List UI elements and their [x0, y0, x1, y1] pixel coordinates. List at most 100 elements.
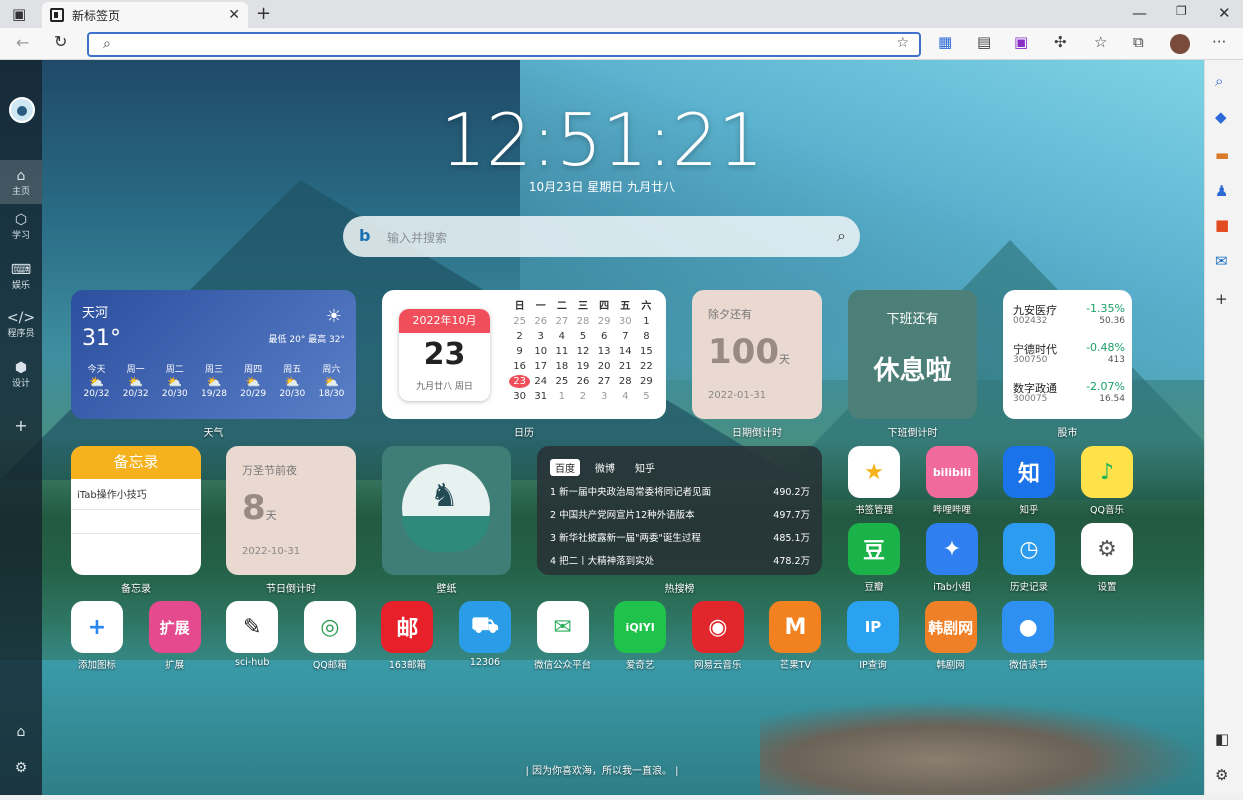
- shopping-tag-icon[interactable]: ◆: [1215, 108, 1227, 126]
- app-icon-哔哩哔哩[interactable]: bilibili: [926, 446, 978, 498]
- tab-weibo[interactable]: 微博: [590, 459, 620, 476]
- wallpaper-mode-icon[interactable]: ⌂: [0, 724, 42, 740]
- minimize-icon[interactable]: —: [1132, 4, 1147, 22]
- app-icon-12306[interactable]: ⛟: [459, 601, 511, 653]
- calendar-date[interactable]: 27: [594, 375, 615, 388]
- collections-icon[interactable]: ⧉: [1133, 33, 1144, 51]
- search-icon[interactable]: ⌕: [837, 226, 846, 246]
- calendar-date[interactable]: 27: [551, 315, 572, 328]
- app-icon-历史记录[interactable]: ◷: [1003, 523, 1055, 575]
- calendar-date[interactable]: 22: [636, 360, 657, 373]
- new-tab-icon[interactable]: +: [256, 3, 271, 24]
- favorites-icon[interactable]: ☆: [1094, 33, 1107, 51]
- calendar-date[interactable]: 7: [615, 330, 636, 343]
- restore-icon[interactable]: ❐: [1176, 4, 1187, 18]
- apps-icon[interactable]: ▦: [938, 33, 952, 51]
- app-icon-QQ邮箱[interactable]: ◎: [303, 601, 356, 653]
- hot-search-widget[interactable]: 百度 微博 知乎 1 新一届中央政治局常委将同记者见面 490.2万 2 中国共产…: [537, 446, 822, 575]
- tab-baidu[interactable]: 百度: [550, 459, 580, 476]
- app-icon-书签管理[interactable]: ★: [848, 446, 900, 498]
- app-icon-设置[interactable]: ⚙: [1081, 523, 1133, 575]
- onenote-icon[interactable]: ▣: [1014, 33, 1028, 51]
- calendar-date[interactable]: 2: [572, 390, 593, 403]
- calendar-date[interactable]: 15: [636, 345, 657, 358]
- app-icon-163邮箱[interactable]: 邮: [381, 601, 434, 653]
- close-tab-icon[interactable]: ✕: [228, 7, 240, 23]
- calendar-date[interactable]: 24: [530, 375, 551, 388]
- app-icon-QQ音乐[interactable]: ♪: [1081, 446, 1133, 498]
- sidebar-item-design[interactable]: ⬢ 设计: [0, 360, 42, 389]
- calendar-date[interactable]: 1: [551, 390, 572, 403]
- app-icon-sci-hub[interactable]: ✎: [226, 601, 279, 653]
- calendar-date[interactable]: 28: [572, 315, 593, 328]
- hot-item[interactable]: 3 新华社披露新一届"两委"诞生过程 485.1万: [550, 530, 810, 544]
- calendar-date[interactable]: 12: [572, 345, 593, 358]
- extension-icon[interactable]: ✣: [1054, 33, 1067, 51]
- calendar-date[interactable]: 6: [594, 330, 615, 343]
- calendar-date[interactable]: 30: [615, 315, 636, 328]
- calendar-date[interactable]: 3: [594, 390, 615, 403]
- calendar-date[interactable]: 14: [615, 345, 636, 358]
- calendar-date[interactable]: 4: [551, 330, 572, 343]
- sidebar-item-study[interactable]: ⬡ 学习: [0, 212, 42, 241]
- refresh-icon[interactable]: ↻: [54, 32, 67, 51]
- app-icon-添加图标[interactable]: +: [71, 601, 123, 653]
- calendar-date[interactable]: 10: [530, 345, 551, 358]
- calendar-date[interactable]: 21: [615, 360, 636, 373]
- calendar-date[interactable]: 3: [530, 330, 551, 343]
- tab-new-tab[interactable]: 新标签页 ✕: [42, 2, 248, 28]
- stock-widget[interactable]: 九安医疗 002432 -1.35% 50.36 宁德时代 300750 -0.48%…: [1003, 290, 1132, 419]
- app-icon-IP查询[interactable]: IP: [847, 601, 899, 653]
- calendar-date[interactable]: 19: [572, 360, 593, 373]
- calendar-date[interactable]: 16: [509, 360, 530, 373]
- app-icon-微信读书[interactable]: ●: [1002, 601, 1055, 653]
- calendar-date[interactable]: 13: [594, 345, 615, 358]
- back-icon[interactable]: ←: [16, 33, 29, 52]
- memo-widget[interactable]: 备忘录 iTab操作小技巧: [71, 446, 201, 575]
- calendar-date[interactable]: 4: [615, 390, 636, 403]
- calendar-date[interactable]: 23: [509, 375, 531, 388]
- app-icon-知乎[interactable]: 知: [1003, 446, 1055, 498]
- app-icon-微信公众平台[interactable]: ✉: [536, 601, 589, 653]
- calendar-date[interactable]: 28: [615, 375, 636, 388]
- tools-icon[interactable]: ▬: [1215, 146, 1229, 164]
- date-countdown-widget[interactable]: 除夕还有 100天 2022-01-31: [692, 290, 822, 419]
- calendar-date[interactable]: 30: [509, 390, 530, 403]
- hot-item[interactable]: 1 新一届中央政治局常委将同记者见面 490.2万: [550, 484, 810, 498]
- add-category-button[interactable]: +: [0, 416, 42, 435]
- calendar-date[interactable]: 31: [530, 390, 551, 403]
- calendar-date[interactable]: 29: [594, 315, 615, 328]
- search-icon[interactable]: ⌕: [1215, 72, 1223, 90]
- hot-item[interactable]: 4 把二丨大精神落到实处 478.2万: [550, 553, 810, 567]
- more-menu-icon[interactable]: ···: [1212, 33, 1226, 51]
- calendar-date[interactable]: 25: [509, 315, 530, 328]
- calendar-date[interactable]: 11: [551, 345, 572, 358]
- calendar-date[interactable]: 18: [551, 360, 572, 373]
- app-icon-iTab小组[interactable]: ✦: [926, 523, 978, 575]
- add-sidebar-app-icon[interactable]: +: [1215, 290, 1228, 308]
- calendar-date[interactable]: 26: [572, 375, 593, 388]
- calendar-date[interactable]: 17: [530, 360, 551, 373]
- profile-avatar-icon[interactable]: [1170, 34, 1190, 54]
- add-favorite-icon[interactable]: ☆: [896, 35, 909, 51]
- outlook-icon[interactable]: ✉: [1215, 252, 1228, 270]
- app-icon-扩展[interactable]: 扩展: [148, 601, 201, 653]
- offwork-countdown-widget[interactable]: 下班还有 休息啦: [848, 290, 977, 419]
- app-icon-芒果TV[interactable]: M: [769, 601, 822, 653]
- calendar-date[interactable]: 5: [636, 390, 657, 403]
- calendar-date[interactable]: 29: [636, 375, 657, 388]
- search-box[interactable]: b 输入并搜索 ⌕: [343, 216, 860, 257]
- bing-logo-icon[interactable]: b: [359, 226, 370, 245]
- sidebar-item-programmer[interactable]: </> 程序员: [0, 310, 42, 339]
- app-icon-韩剧网[interactable]: 韩剧网: [924, 601, 977, 653]
- calendar-date[interactable]: 25: [551, 375, 572, 388]
- tab-zhihu[interactable]: 知乎: [630, 459, 660, 476]
- app-icon-豆瓣[interactable]: 豆: [848, 523, 900, 575]
- sidebar-item-entertainment[interactable]: ⌨ 娱乐: [0, 262, 42, 291]
- address-bar[interactable]: ⌕ ☆: [87, 32, 921, 57]
- tab-actions-icon[interactable]: ▣: [12, 5, 26, 23]
- close-window-icon[interactable]: ✕: [1218, 4, 1231, 22]
- calendar-date[interactable]: 2: [509, 330, 530, 343]
- games-icon[interactable]: ♟: [1215, 182, 1228, 200]
- calendar-date[interactable]: 20: [594, 360, 615, 373]
